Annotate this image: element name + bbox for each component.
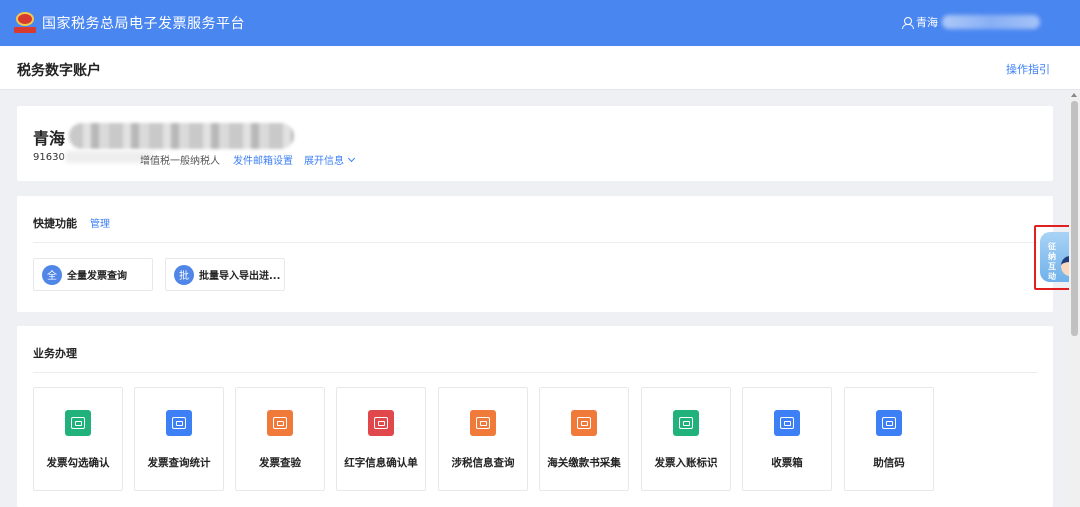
tile-label: 发票查验: [259, 457, 301, 469]
ticket-icon: [65, 410, 91, 436]
tax-emblem-icon: [14, 12, 36, 34]
quick-functions-card: 快捷功能 管理 全 全量发票查询 批 批量导入导出进...: [17, 196, 1053, 312]
person-icon: [902, 16, 914, 29]
user-name-redacted: [942, 15, 1040, 29]
sub-header: 税务数字账户 操作指引: [0, 46, 1080, 90]
quick-full-invoice-query[interactable]: 全 全量发票查询: [33, 258, 153, 291]
company-name-redacted: [69, 123, 294, 149]
scroll-thumb[interactable]: [1071, 101, 1078, 336]
company-name: 青海: [33, 129, 66, 148]
business-tile[interactable]: 发票入账标识: [641, 387, 731, 491]
business-title: 业务办理: [33, 347, 77, 360]
search-doc-icon: [166, 410, 192, 436]
business-tile[interactable]: 红字信息确认单: [336, 387, 426, 491]
page-title: 税务数字账户: [17, 63, 101, 79]
tile-label: 收票箱: [771, 457, 803, 469]
business-tile[interactable]: 发票查验: [235, 387, 325, 491]
scroll-up-arrow-icon[interactable]: [1071, 93, 1077, 97]
chevron-down-icon: [347, 154, 356, 162]
tile-label: 红字信息确认单: [344, 457, 418, 469]
tile-label: 发票勾选确认: [46, 457, 110, 469]
tile-label: 助信码: [873, 457, 905, 469]
business-tile[interactable]: 收票箱: [742, 387, 832, 491]
company-info-card: 青海 91630 增值税一般纳税人 发件邮箱设置 展开信息: [17, 106, 1053, 181]
mailbox-icon: [774, 410, 800, 436]
business-card: 业务办理 发票勾选确认 发票查询统计 发票查验 红字信息确认单 涉税信息查询 海关缴款书采…: [17, 326, 1053, 507]
mail-setting-link[interactable]: 发件邮箱设置: [233, 152, 293, 167]
tile-label: 涉税信息查询: [451, 457, 515, 469]
tile-label: 发票查询统计: [147, 457, 211, 469]
tax-id: 91630: [33, 152, 65, 163]
app-title: 国家税务总局电子发票服务平台: [42, 16, 245, 32]
quick-batch-import-export[interactable]: 批 批量导入导出进...: [165, 258, 285, 291]
business-tile[interactable]: 涉税信息查询: [438, 387, 528, 491]
red-doc-icon: [368, 410, 394, 436]
quick-badge-icon: 批: [174, 264, 194, 285]
tax-search-icon: [470, 410, 496, 436]
business-tile[interactable]: 发票查询统计: [134, 387, 224, 491]
helper-text: 征纳互动: [1048, 242, 1056, 281]
tile-label: 发票入账标识: [654, 457, 718, 469]
quick-badge-icon: 全: [42, 264, 62, 285]
manage-link[interactable]: 管理: [90, 215, 110, 230]
qrcode-icon: [876, 410, 902, 436]
customs-doc-icon: [571, 410, 597, 436]
account-mark-icon: [673, 410, 699, 436]
expand-info-link[interactable]: 展开信息: [304, 152, 356, 167]
quick-label: 批量导入导出进...: [199, 271, 281, 282]
quick-functions-title: 快捷功能: [33, 217, 77, 230]
business-tile[interactable]: 发票勾选确认: [33, 387, 123, 491]
scrollbar[interactable]: [1069, 91, 1080, 507]
quick-label: 全量发票查询: [67, 271, 127, 282]
taxpayer-type: 增值税一般纳税人: [140, 156, 220, 167]
divider: [33, 242, 1037, 243]
divider: [33, 372, 1037, 373]
business-tile[interactable]: 助信码: [844, 387, 934, 491]
user-menu[interactable]: 青海: [902, 14, 1040, 30]
business-tile[interactable]: 海关缴款书采集: [539, 387, 629, 491]
top-bar: 国家税务总局电子发票服务平台 青海: [0, 0, 1080, 46]
operation-guide-link[interactable]: 操作指引: [1006, 61, 1050, 77]
tile-label: 海关缴款书采集: [547, 457, 621, 469]
expand-info-label: 展开信息: [304, 156, 344, 167]
user-name: 青海: [916, 16, 938, 29]
verify-ticket-icon: [267, 410, 293, 436]
